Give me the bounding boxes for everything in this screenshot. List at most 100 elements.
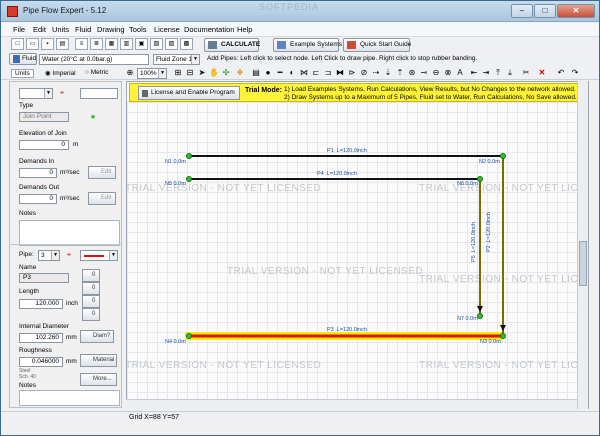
pan-icon[interactable]: ✥	[235, 68, 245, 78]
text-icon[interactable]: A	[455, 68, 465, 78]
component-icon[interactable]: ⊐	[323, 68, 333, 78]
menu-license[interactable]: License	[154, 25, 180, 34]
pumps-count-button[interactable]: 0	[82, 308, 100, 321]
demands-in-edit-button[interactable]: Edit	[88, 166, 116, 179]
fluid-button[interactable]: Fluid	[9, 53, 37, 65]
crosshair-icon[interactable]: ⌖	[57, 88, 67, 98]
node-n6[interactable]	[477, 176, 483, 182]
move-icon[interactable]: ✣	[221, 68, 231, 78]
node-icon[interactable]: ●	[263, 68, 273, 78]
demands-out-input[interactable]: 0	[19, 194, 57, 204]
tab-units[interactable]: Units	[11, 69, 34, 78]
report-icon[interactable]: ≣	[90, 38, 103, 50]
menu-units[interactable]: Units	[52, 25, 69, 34]
crosshair-icon[interactable]: ⌖	[64, 250, 74, 260]
table-icon[interactable]: ▦	[105, 38, 118, 50]
menu-documentation[interactable]: Documentation	[184, 25, 234, 34]
new-file-icon[interactable]: □	[11, 38, 24, 50]
node-n1[interactable]	[186, 153, 192, 159]
align-left-icon[interactable]: ⇤	[469, 68, 479, 78]
pipe-number-select[interactable]: 3 ▼	[38, 250, 60, 261]
align-right-icon[interactable]: ⇥	[481, 68, 491, 78]
minimize-button[interactable]: –	[511, 4, 533, 18]
menu-tools[interactable]: Tools	[129, 25, 147, 34]
node-name-field[interactable]	[80, 88, 118, 99]
material-button[interactable]: Material	[80, 354, 117, 367]
tank-icon[interactable]: ▤	[251, 68, 261, 78]
drawing-canvas[interactable]: License and Enable Program Trial Mode: 1…	[126, 81, 589, 409]
select-arrow-icon[interactable]: ➤	[197, 68, 207, 78]
nozzle-icon[interactable]: ⊸	[419, 68, 429, 78]
fittings-count-button[interactable]: 0	[82, 269, 100, 282]
menu-file[interactable]: File	[13, 25, 25, 34]
demand-out-icon[interactable]: ⇡	[395, 68, 405, 78]
control-valve-icon[interactable]: ⧓	[335, 68, 345, 78]
pipe-name-input[interactable]: P3	[19, 273, 69, 283]
menu-help[interactable]: Help	[237, 25, 252, 34]
results-icon[interactable]: ≡	[75, 38, 88, 50]
pump-icon[interactable]: ◐	[287, 68, 297, 78]
calculate-button[interactable]: CALCULATE	[204, 38, 260, 52]
hand-icon[interactable]: ✋	[209, 68, 219, 78]
pipe-color-select[interactable]: ▼	[80, 250, 118, 261]
print-icon[interactable]: ▤	[56, 38, 69, 50]
node-notes-textarea[interactable]	[19, 220, 120, 246]
align-bottom-icon[interactable]: ⤓	[505, 68, 515, 78]
fluid-zone-select[interactable]: Fluid Zone 1 ▼	[153, 54, 200, 65]
demands-in-input[interactable]: 0	[19, 168, 57, 178]
length-input[interactable]: 120.000	[19, 299, 63, 309]
zoom-select[interactable]: 100% ▼	[137, 68, 167, 79]
type-select[interactable]: Join Point	[19, 112, 69, 122]
filter-icon[interactable]: ⊗	[443, 68, 453, 78]
demand-in-icon[interactable]: ⇣	[383, 68, 393, 78]
fitting-icon[interactable]: ⊏	[311, 68, 321, 78]
imperial-radio[interactable]: ◉ Imperial	[45, 69, 76, 77]
menu-fluid[interactable]: Fluid	[75, 25, 91, 34]
zoom-in-icon[interactable]: ⊞	[173, 68, 183, 78]
elevation-input[interactable]: 0	[19, 140, 69, 150]
vertical-scrollbar[interactable]	[577, 81, 588, 409]
node-n7[interactable]	[477, 313, 483, 319]
orifice-icon[interactable]: ⊖	[431, 68, 441, 78]
scroll-thumb[interactable]	[579, 241, 587, 286]
node-select[interactable]: ▼	[19, 88, 53, 99]
pressure-icon[interactable]: ⊘	[359, 68, 369, 78]
diameter-input[interactable]: 102.260	[19, 333, 63, 343]
zoom-icon[interactable]: ⊕	[125, 68, 135, 78]
menu-edit[interactable]: Edit	[33, 25, 46, 34]
roughness-input[interactable]: 0.046000	[19, 357, 63, 367]
fluid-select[interactable]: Water (20°C at 0.0bar.g)	[39, 54, 149, 65]
horizontal-scrollbar[interactable]	[126, 399, 577, 409]
pdf-icon[interactable]: ▣	[135, 38, 148, 50]
zoom-out-icon[interactable]: ⊟	[185, 68, 195, 78]
chart-icon[interactable]: ▥	[120, 38, 133, 50]
quick-start-button[interactable]: Quick Start Guide	[343, 38, 411, 52]
more-button[interactable]: More...	[80, 373, 117, 386]
node-n5[interactable]	[186, 176, 192, 182]
check-valve-icon[interactable]: ⊳	[347, 68, 357, 78]
delete-icon[interactable]: ✕	[537, 68, 547, 78]
pipe-icon[interactable]: ━	[275, 68, 285, 78]
open-file-icon[interactable]: ▭	[26, 38, 39, 50]
demands-out-edit-button[interactable]: Edit	[88, 192, 116, 205]
info-icon[interactable]: ▩	[180, 38, 193, 50]
close-button[interactable]: ✕	[557, 4, 595, 18]
valves-count-button[interactable]: 0	[82, 282, 100, 295]
cut-icon[interactable]: ✂	[521, 68, 531, 78]
menu-drawing[interactable]: Drawing	[97, 25, 125, 34]
metric-radio[interactable]: ○ Metric	[85, 69, 108, 76]
sprinkler-icon[interactable]: ⊛	[407, 68, 417, 78]
flow-icon[interactable]: ⇢	[371, 68, 381, 78]
node-n3[interactable]	[500, 333, 506, 339]
pipe-notes-textarea[interactable]	[19, 390, 120, 406]
components-count-button[interactable]: 0	[82, 295, 100, 308]
redo-icon[interactable]: ↷	[570, 68, 580, 78]
valve-icon[interactable]: ⋈	[299, 68, 309, 78]
maximize-button[interactable]: □	[534, 4, 556, 18]
export-icon[interactable]: ▧	[150, 38, 163, 50]
settings-icon[interactable]: ▨	[165, 38, 178, 50]
undo-icon[interactable]: ↶	[556, 68, 566, 78]
diameter-help-button[interactable]: Diam?	[80, 330, 114, 343]
save-icon[interactable]: ▪	[41, 38, 54, 50]
node-n4[interactable]	[186, 333, 192, 339]
